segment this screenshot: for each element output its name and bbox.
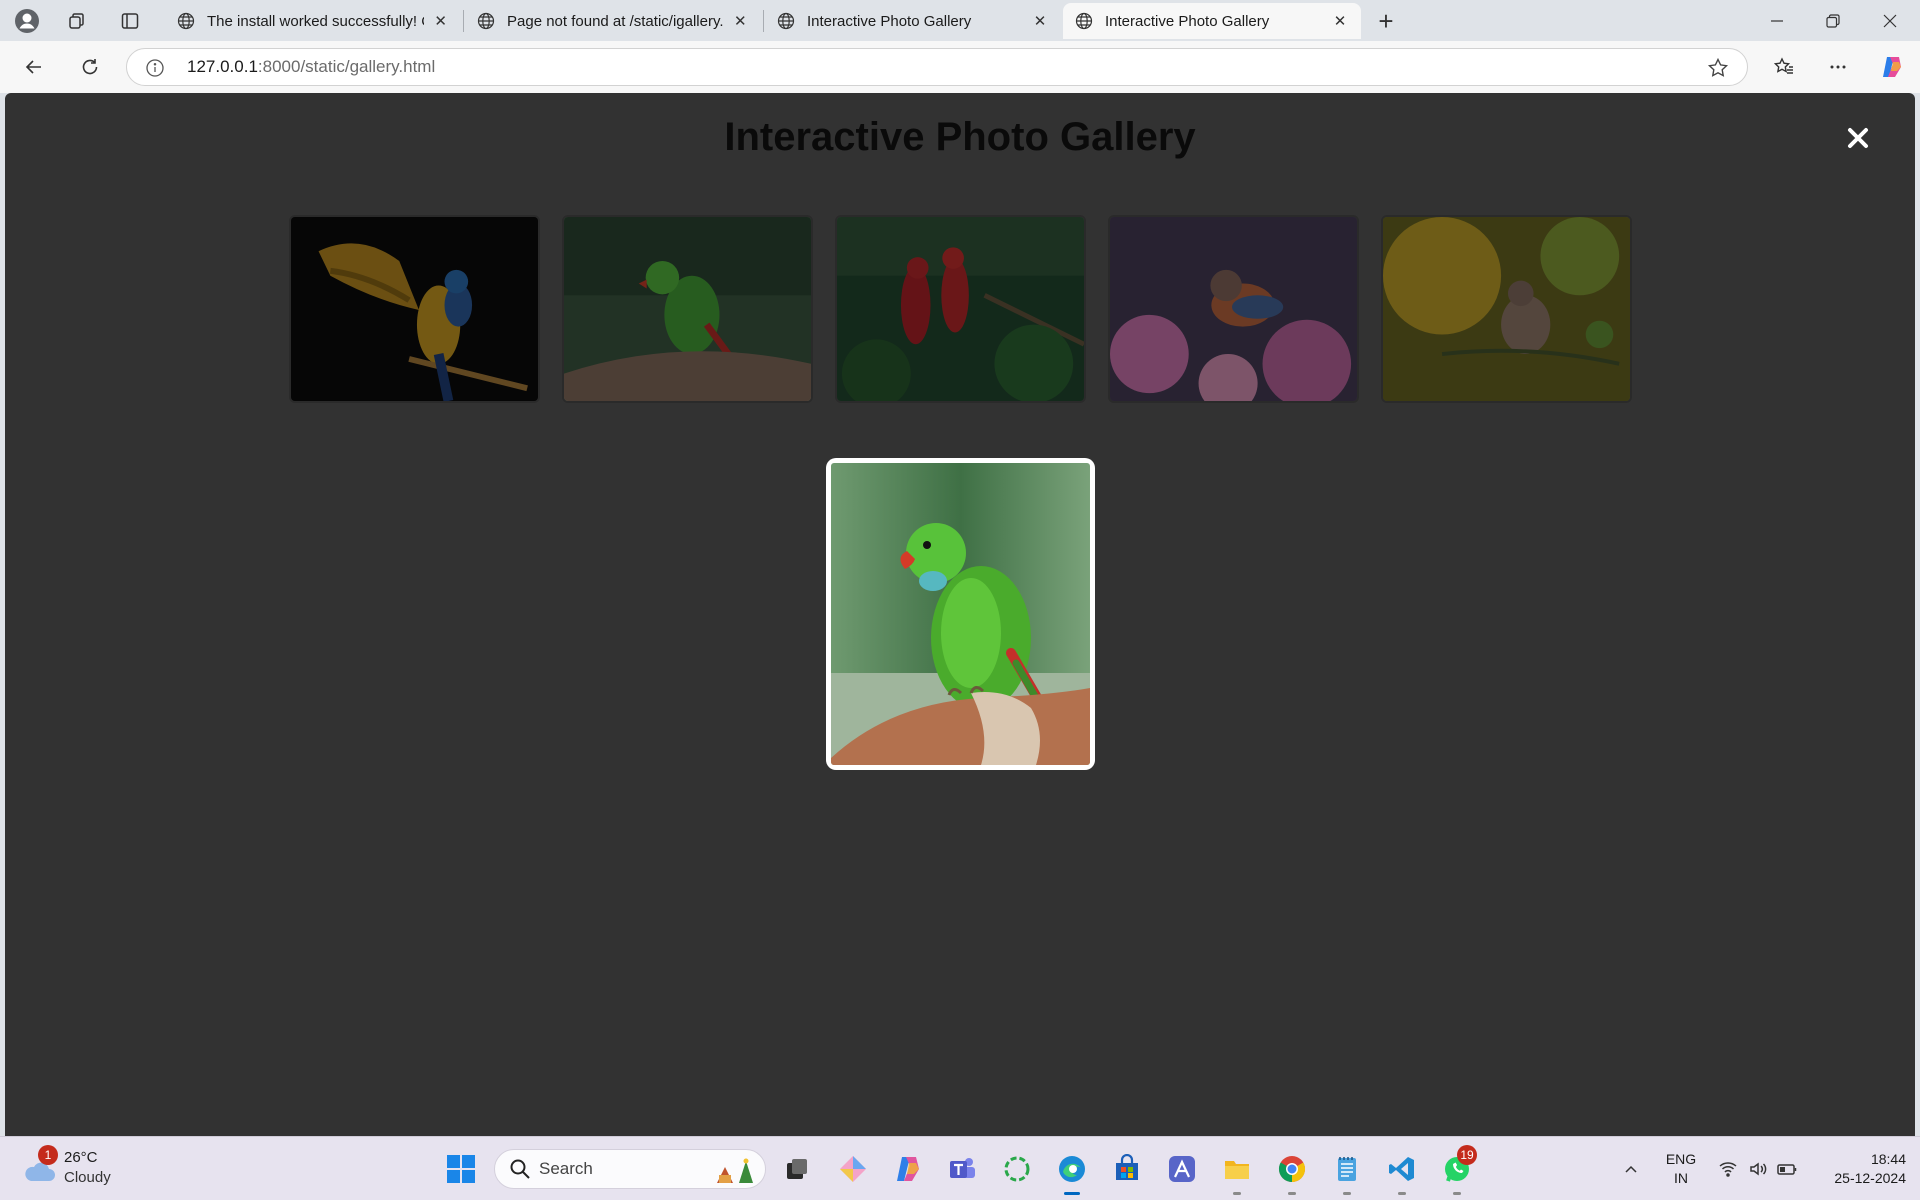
gallery-thumbnail-scarlet-macaws[interactable] xyxy=(835,215,1086,403)
page-viewport: Interactive Photo Gallery xyxy=(5,93,1915,1136)
search-label: Search xyxy=(539,1159,593,1178)
back-button[interactable] xyxy=(18,51,50,83)
tab-divider xyxy=(763,10,764,32)
whatsapp-icon[interactable]: 19 xyxy=(1437,1145,1477,1195)
url-text[interactable]: 127.0.0.1:8000/static/gallery.html xyxy=(187,49,435,85)
minimize-button[interactable] xyxy=(1749,0,1805,41)
close-icon xyxy=(1848,128,1868,148)
tab-page-not-found[interactable]: Page not found at /static/igallery.h ✕ xyxy=(465,3,761,39)
teams-icon[interactable] xyxy=(942,1149,982,1189)
chevron-up-icon[interactable] xyxy=(1613,1149,1649,1189)
active-app-indicator xyxy=(1064,1192,1080,1195)
start-icon[interactable] xyxy=(441,1149,481,1189)
tab-install-worked[interactable]: The install worked successfully! Co ✕ xyxy=(165,3,461,39)
running-app-indicator xyxy=(1343,1192,1351,1195)
clock-time: 18:44 xyxy=(1870,1151,1906,1167)
close-tab-icon[interactable]: ✕ xyxy=(432,12,449,30)
weather-condition: Cloudy xyxy=(64,1169,111,1186)
more-options-icon[interactable] xyxy=(1822,51,1854,83)
site-info-icon[interactable] xyxy=(145,58,165,78)
weather-alert-badge: 1 xyxy=(38,1145,58,1165)
taskbar: 1 26°C Cloudy Search 19 ENG IN 18:44 25-… xyxy=(0,1136,1920,1200)
vertical-tabs-icon[interactable] xyxy=(115,6,145,36)
vscode-icon[interactable] xyxy=(1382,1149,1422,1195)
wifi-icon[interactable] xyxy=(1714,1149,1742,1189)
gallery-thumbnail-sparrow[interactable] xyxy=(1381,215,1632,403)
tab-gallery-active[interactable]: Interactive Photo Gallery ✕ xyxy=(1063,3,1361,39)
tab-title: Interactive Photo Gallery xyxy=(807,12,972,30)
edge-icon[interactable] xyxy=(1052,1149,1092,1195)
clock[interactable]: 18:44 25-12-2024 xyxy=(1810,1151,1906,1186)
affinity-icon[interactable] xyxy=(1162,1149,1202,1189)
close-window-button[interactable] xyxy=(1862,0,1918,41)
favorite-star-icon[interactable] xyxy=(1707,57,1729,79)
globe-icon xyxy=(1075,12,1093,30)
volume-icon[interactable] xyxy=(1744,1149,1772,1189)
store-icon[interactable] xyxy=(1107,1149,1147,1189)
running-app-indicator xyxy=(1288,1192,1296,1195)
taskbar-search[interactable]: Search xyxy=(494,1149,766,1189)
running-app-indicator xyxy=(1233,1192,1241,1195)
gallery-thumbnail-pink-flowers[interactable] xyxy=(1108,215,1359,403)
input-language[interactable]: ENG IN xyxy=(1658,1151,1704,1186)
workspaces-icon[interactable] xyxy=(62,6,92,36)
file-explorer-icon[interactable] xyxy=(1217,1149,1257,1195)
favorites-icon[interactable] xyxy=(1768,51,1800,83)
url-host: 127.0.0.1 xyxy=(187,57,258,76)
tab-divider xyxy=(463,10,464,32)
search-highlight-icon xyxy=(717,1158,753,1183)
running-app-indicator xyxy=(1398,1192,1406,1195)
refresh-button[interactable] xyxy=(74,51,106,83)
region-code: IN xyxy=(1674,1170,1688,1186)
navigation-bar: 127.0.0.1:8000/static/gallery.html xyxy=(0,41,1920,93)
notepad-icon[interactable] xyxy=(1327,1149,1367,1195)
search-icon xyxy=(510,1159,530,1179)
gallery-thumbnail-parakeet[interactable] xyxy=(562,215,813,403)
whatsapp-unread-badge: 19 xyxy=(1457,1145,1477,1165)
close-tab-icon[interactable]: ✕ xyxy=(1031,12,1049,30)
tab-title: Page not found at /static/igallery.h xyxy=(507,12,724,30)
globe-icon xyxy=(177,12,195,30)
new-tab-button[interactable]: + xyxy=(1370,6,1402,36)
tab-bar: The install worked successfully! Co ✕ Pa… xyxy=(0,0,1920,41)
refresh-app-icon[interactable] xyxy=(997,1149,1037,1189)
close-tab-icon[interactable]: ✕ xyxy=(732,12,749,30)
battery-icon[interactable] xyxy=(1773,1149,1801,1189)
tab-title: The install worked successfully! Co xyxy=(207,12,425,30)
lightbox-image-frame xyxy=(826,458,1095,770)
running-app-indicator xyxy=(1453,1192,1461,1195)
copilot-icon[interactable] xyxy=(1876,51,1908,83)
address-bar[interactable]: 127.0.0.1:8000/static/gallery.html xyxy=(126,48,1748,86)
clock-date: 25-12-2024 xyxy=(1834,1170,1906,1186)
language-code: ENG xyxy=(1665,1151,1697,1167)
globe-icon xyxy=(477,12,495,30)
weather-widget[interactable]: 1 26°C Cloudy xyxy=(22,1145,122,1189)
tab-title: Interactive Photo Gallery xyxy=(1105,12,1270,30)
close-lightbox-button[interactable] xyxy=(1843,123,1873,153)
lightbox-image-parakeet xyxy=(831,463,1090,765)
task-view-icon[interactable] xyxy=(777,1149,817,1189)
url-path: :8000/static/gallery.html xyxy=(257,57,436,76)
close-tab-icon[interactable]: ✕ xyxy=(1331,12,1349,30)
globe-icon xyxy=(777,12,795,30)
gallery-thumbnail-macaw[interactable] xyxy=(289,215,540,403)
profile-icon[interactable] xyxy=(12,6,42,36)
copilot-icon[interactable] xyxy=(888,1149,928,1189)
tab-gallery-1[interactable]: Interactive Photo Gallery ✕ xyxy=(765,3,1061,39)
page-title: Interactive Photo Gallery xyxy=(724,115,1196,159)
weather-temp: 26°C xyxy=(64,1149,98,1166)
chrome-icon[interactable] xyxy=(1272,1149,1312,1195)
restore-button[interactable] xyxy=(1805,0,1861,41)
paint-icon[interactable] xyxy=(833,1149,873,1189)
